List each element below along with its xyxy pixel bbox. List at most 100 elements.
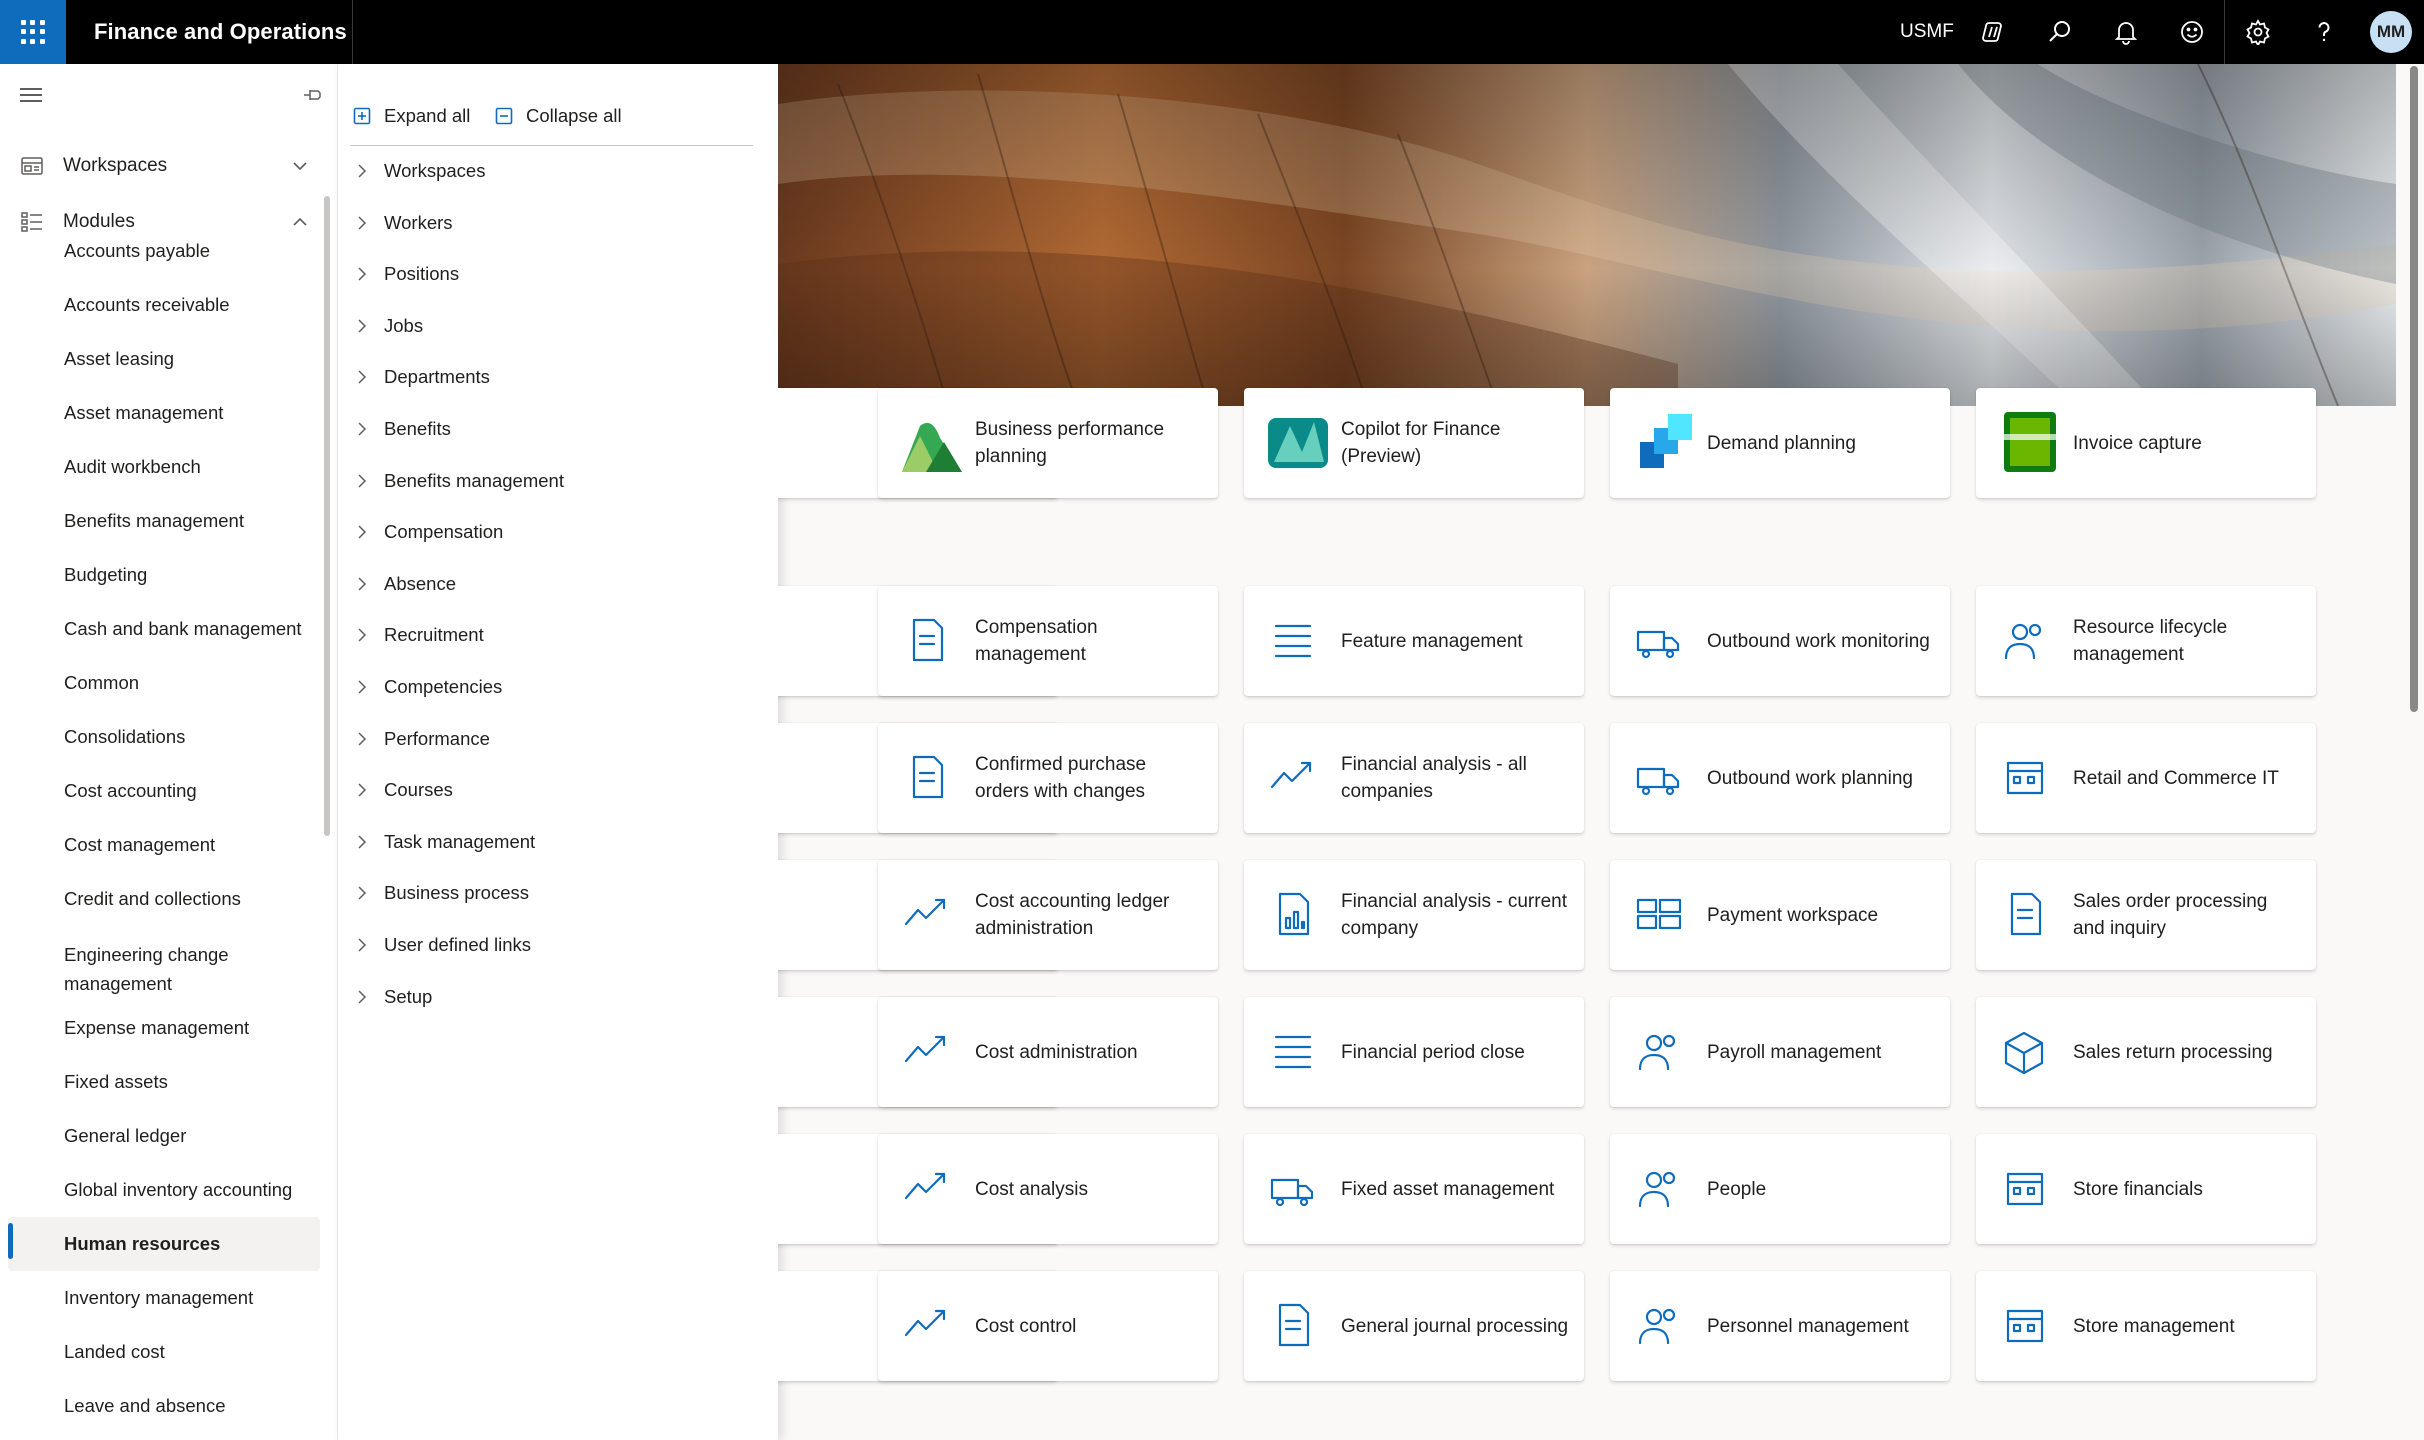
nav-module-cost-management[interactable]: Cost management [8,818,320,872]
pin-icon[interactable] [300,82,326,108]
flyout-item-departments[interactable]: Departments [354,353,754,401]
settings-button[interactable] [2226,0,2290,64]
flyout-item-user-defined-links[interactable]: User defined links [354,921,754,969]
flyout-item-jobs[interactable]: Jobs [354,302,754,350]
tile-retail-and-commerce-it[interactable]: Retail and Commerce IT [1976,723,2316,833]
help-button[interactable] [2292,0,2356,64]
tile-financial-analysis-all-companies[interactable]: Financial analysis - all companies [1244,723,1584,833]
nav-module-engineering-change-management[interactable]: Engineering change management [8,926,320,1000]
flyout-item-courses[interactable]: Courses [354,766,754,814]
tile-invoice-capture[interactable]: Invoice capture [1976,388,2316,498]
tile-store-financials[interactable]: Store financials [1976,1134,2316,1244]
nav-module-common[interactable]: Common [8,656,320,710]
nav-module-cost-accounting[interactable]: Cost accounting [8,764,320,818]
app-launcher-button[interactable] [0,0,66,64]
flyout-item-benefits[interactable]: Benefits [354,405,754,453]
trend-icon [904,1172,946,1200]
tile-cost-accounting-ledger-administration[interactable]: Cost accounting ledger administration [878,860,1218,970]
nav-module-landed-cost[interactable]: Landed cost [8,1325,320,1379]
flyout-item-label: Recruitment [384,624,484,646]
tile-confirmed-purchase-orders-with-changes[interactable]: Confirmed purchase orders with changes [878,723,1218,833]
tile-outbound-work-planning[interactable]: Outbound work planning [1610,723,1950,833]
tile-business-performance-planning[interactable]: Business performance planning [878,388,1218,498]
gear-icon [2246,19,2270,45]
tile-label: Cost control [975,1315,1077,1337]
tile-label: Demand planning [1707,432,1856,454]
search-button[interactable] [2028,0,2092,64]
tile-sales-order-processing-and-inquiry[interactable]: Sales order processing and inquiry [1976,860,2316,970]
flyout-item-absence[interactable]: Absence [354,560,754,608]
nav-module-label: Accounts receivable [64,294,230,315]
nav-module-budgeting[interactable]: Budgeting [8,548,320,602]
flyout-item-benefits-management[interactable]: Benefits management [354,457,754,505]
flyout-item-recruitment[interactable]: Recruitment [354,611,754,659]
nav-module-accounts-receivable[interactable]: Accounts receivable [8,278,320,332]
nav-scrollbar[interactable] [324,196,330,836]
nav-module-fixed-assets[interactable]: Fixed assets [8,1055,320,1109]
nav-module-label: Cash and bank management [64,618,302,639]
flyout-item-label: Departments [384,366,490,388]
nav-module-cash-and-bank-management[interactable]: Cash and bank management [8,602,320,656]
page-scrollbar[interactable] [2410,66,2418,712]
invoice-app-icon [2000,412,2060,472]
nav-module-asset-management[interactable]: Asset management [8,386,320,440]
tile-cost-control[interactable]: Cost control [878,1271,1218,1381]
nav-group-workspaces[interactable]: Workspaces [0,142,337,190]
app-title[interactable]: Finance and Operations [94,0,347,64]
tile-resource-lifecycle-management[interactable]: Resource lifecycle management [1976,586,2316,696]
tile-feature-management[interactable]: Feature management [1244,586,1584,696]
tile-cost-analysis[interactable]: Cost analysis [878,1134,1218,1244]
flyout-item-workspaces[interactable]: Workspaces [354,147,754,195]
tile-sales-return-processing[interactable]: Sales return processing [1976,997,2316,1107]
flyout-item-business-process[interactable]: Business process [354,869,754,917]
tile-financial-period-close[interactable]: Financial period close [1244,997,1584,1107]
nav-module-accounts-payable[interactable]: Accounts payable [8,224,320,278]
expand-all-button[interactable]: Expand all [352,102,470,130]
tile-payroll-management[interactable]: Payroll management [1610,997,1950,1107]
nav-module-expense-management[interactable]: Expense management [8,1001,320,1055]
flyout-item-positions[interactable]: Positions [354,250,754,298]
selected-indicator [8,1223,13,1259]
nav-module-human-resources[interactable]: Human resources [8,1217,320,1271]
avatar[interactable]: MM [2370,11,2412,53]
nav-module-credit-and-collections[interactable]: Credit and collections [8,872,320,926]
tile-general-journal-processing[interactable]: General journal processing [1244,1271,1584,1381]
flyout-item-task-management[interactable]: Task management [354,818,754,866]
tile-compensation-management[interactable]: Compensation management [878,586,1218,696]
flyout-item-workers[interactable]: Workers [354,199,754,247]
tile-financial-analysis-current-company[interactable]: Financial analysis - current company [1244,860,1584,970]
tile-label: Payment workspace [1707,904,1879,926]
flyout-item-performance[interactable]: Performance [354,715,754,763]
company-picker[interactable]: USMF [1900,0,1954,64]
tile-outbound-work-monitoring[interactable]: Outbound work monitoring [1610,586,1950,696]
tile-copilot-for-finance-preview[interactable]: Copilot for Finance (Preview) [1244,388,1584,498]
tile-people[interactable]: People [1610,1134,1950,1244]
building-icon [2006,1309,2044,1343]
nav-module-general-ledger[interactable]: General ledger [8,1109,320,1163]
tile-personnel-management[interactable]: Personnel management [1610,1271,1950,1381]
nav-module-global-inventory-accounting[interactable]: Global inventory accounting [8,1163,320,1217]
bpp-app-icon [902,422,962,472]
nav-module-leave-and-absence[interactable]: Leave and absence [8,1379,320,1433]
tile-label: Personnel management [1707,1315,1909,1337]
collapse-all-button[interactable]: Collapse all [494,102,622,130]
nav-module-consolidations[interactable]: Consolidations [8,710,320,764]
copilot-button[interactable] [1962,0,2026,64]
flyout-item-competencies[interactable]: Competencies [354,663,754,711]
nav-module-asset-leasing[interactable]: Asset leasing [8,332,320,386]
nav-module-benefits-management[interactable]: Benefits management [8,494,320,548]
tile-label: Fixed asset management [1341,1178,1555,1200]
flyout-item-compensation[interactable]: Compensation [354,508,754,556]
flyout-item-setup[interactable]: Setup [354,973,754,1021]
tile-store-management[interactable]: Store management [1976,1271,2316,1381]
tile-payment-workspace[interactable]: Payment workspace [1610,860,1950,970]
tile-demand-planning[interactable]: Demand planning [1610,388,1950,498]
notifications-button[interactable] [2094,0,2158,64]
help-icon [2318,22,2330,42]
tile-cost-administration[interactable]: Cost administration [878,997,1218,1107]
tile-fixed-asset-management[interactable]: Fixed asset management [1244,1134,1584,1244]
nav-module-inventory-management[interactable]: Inventory management [8,1271,320,1325]
feedback-button[interactable] [2160,0,2224,64]
nav-module-audit-workbench[interactable]: Audit workbench [8,440,320,494]
hamburger-icon[interactable] [20,88,42,102]
